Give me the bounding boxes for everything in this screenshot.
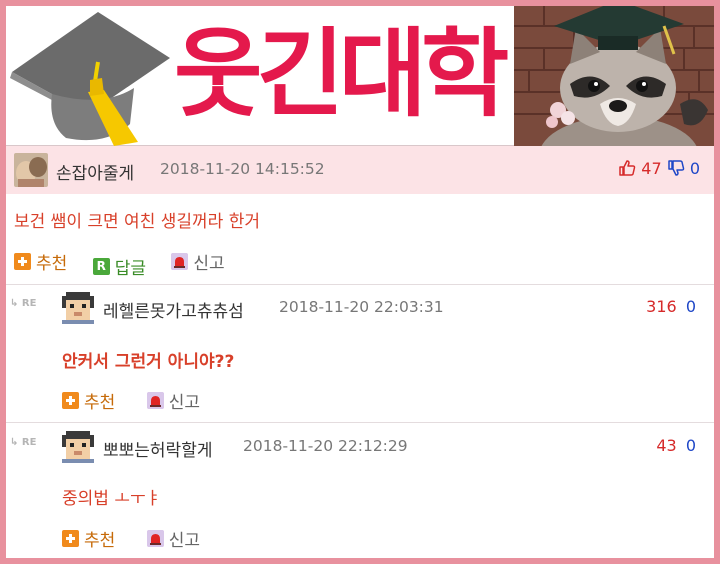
upvote-count: 47: [641, 159, 662, 178]
reply-r-icon: R: [92, 258, 110, 275]
recommend-label: 추천: [84, 531, 116, 551]
report-button[interactable]: 신고: [146, 388, 200, 413]
raccoon-mascot-image: [514, 6, 714, 146]
reply-text: 중의법 ㅗㅜㅑ: [62, 489, 162, 509]
avatar[interactable]: [62, 431, 94, 463]
report-button[interactable]: 신고: [171, 249, 225, 274]
site-logo-text: 웃긴대학: [174, 18, 509, 130]
vote-counter: 43 0: [656, 436, 696, 455]
reply-label: 답글: [114, 259, 146, 279]
siren-icon: [146, 392, 164, 409]
reply-nickname[interactable]: 뽀뽀는허락할게: [103, 436, 212, 461]
downvote-count: 0: [689, 159, 700, 178]
comment-header: 손잡아줄게 2018-11-20 14:15:52 47 0: [6, 146, 714, 194]
reply-timestamp: 2018-11-20 22:12:29: [243, 437, 408, 455]
thumbs-up-icon[interactable]: [618, 159, 636, 177]
site-header-banner[interactable]: 웃긴대학: [6, 6, 714, 146]
report-label: 신고: [168, 393, 200, 413]
reply-button[interactable]: R 답글: [92, 254, 146, 279]
reply-text: 안커서 그런거 아니야??: [62, 352, 235, 372]
avatar[interactable]: [14, 153, 48, 187]
reply-actions: 추천 신고: [62, 388, 220, 414]
re-label: RE: [21, 437, 37, 448]
reply-arrow-icon: ↳ RE: [10, 437, 37, 448]
avatar[interactable]: [62, 292, 94, 324]
upvote-count: 316: [646, 297, 677, 316]
vote-counter: 316 0: [646, 297, 696, 316]
plus-square-icon: [62, 392, 79, 409]
comment-nickname[interactable]: 손잡아줄게: [56, 159, 134, 184]
comment-timestamp: 2018-11-20 14:15:52: [160, 160, 325, 178]
reply-arrow-icon: ↳ RE: [10, 298, 37, 309]
recommend-label: 추천: [36, 254, 68, 274]
report-label: 신고: [193, 254, 225, 274]
recommend-label: 추천: [84, 393, 116, 413]
reply-nickname[interactable]: 레헬른못가고츄츄섬: [103, 297, 244, 322]
upvote-count: 43: [656, 436, 677, 455]
plus-square-icon: [62, 530, 79, 547]
siren-icon: [171, 253, 189, 270]
vote-counter: 47 0: [618, 159, 700, 178]
divider: [6, 422, 714, 423]
reply-actions: 추천 신고: [62, 526, 220, 552]
recommend-button[interactable]: 추천: [62, 526, 115, 551]
downvote-count: 0: [685, 436, 696, 455]
report-button[interactable]: 신고: [146, 526, 200, 551]
thumbs-down-icon[interactable]: [667, 159, 685, 177]
reply-timestamp: 2018-11-20 22:03:31: [279, 298, 444, 316]
downvote-count: 0: [685, 297, 696, 316]
divider: [6, 284, 714, 285]
comment-actions: 추천 R 답글 신고: [14, 249, 245, 279]
recommend-button[interactable]: 추천: [14, 249, 67, 274]
plus-square-icon: [14, 253, 31, 270]
recommend-button[interactable]: 추천: [62, 388, 115, 413]
comment-text: 보건 쌤이 크면 여친 생길꺼라 한거: [14, 212, 260, 232]
report-label: 신고: [168, 531, 200, 551]
siren-icon: [146, 530, 164, 547]
re-label: RE: [21, 298, 37, 309]
graduation-cap-logo-icon: [10, 12, 170, 146]
